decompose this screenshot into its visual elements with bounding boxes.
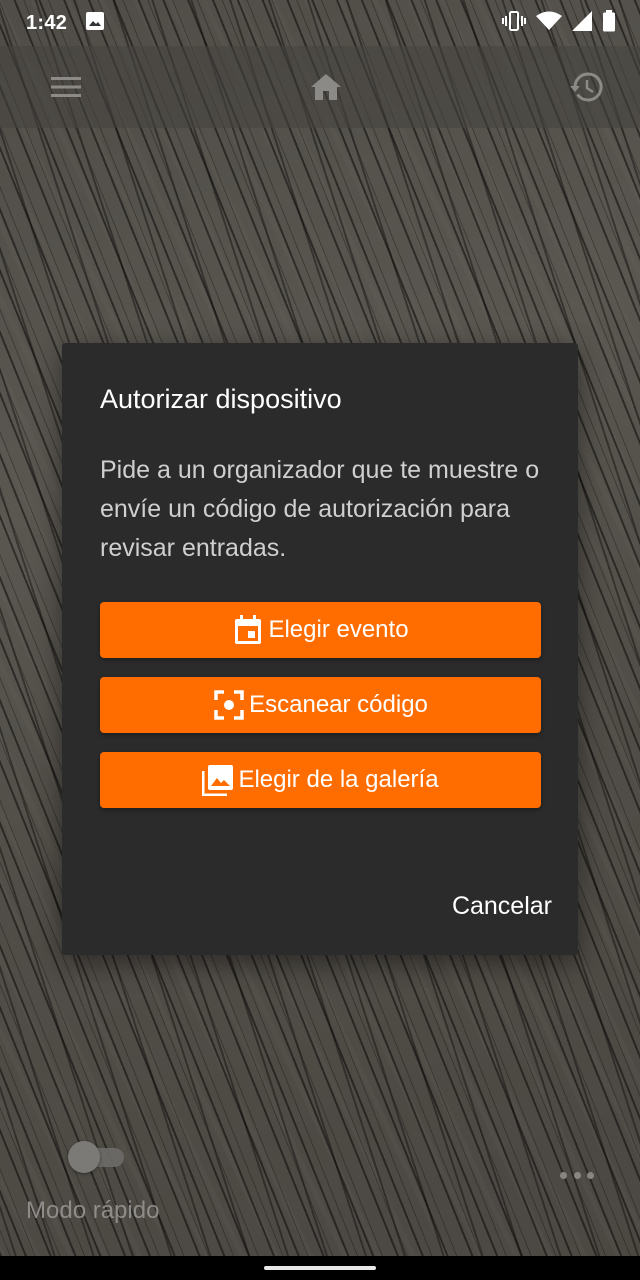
top-app-bar bbox=[0, 46, 640, 128]
gesture-handle[interactable] bbox=[264, 1266, 376, 1270]
choose-from-gallery-button[interactable]: Elegir de la galería bbox=[100, 752, 541, 808]
authorize-device-dialog: Autorizar dispositivo Pide a un organiza… bbox=[62, 343, 578, 955]
system-navigation-bar bbox=[0, 1256, 640, 1280]
status-bar: 1:42 bbox=[0, 0, 640, 46]
choose-event-label: Elegir evento bbox=[268, 616, 409, 643]
scan-center-focus-icon bbox=[213, 689, 245, 721]
more-options-icon[interactable] bbox=[560, 1164, 594, 1186]
battery-icon bbox=[602, 9, 616, 37]
cancel-button[interactable]: Cancelar bbox=[452, 892, 552, 921]
fast-mode-switch[interactable] bbox=[68, 1141, 126, 1173]
image-notification-icon bbox=[85, 11, 105, 36]
wifi-icon bbox=[536, 11, 562, 36]
scan-code-label: Escanear código bbox=[249, 691, 428, 718]
switch-thumb bbox=[68, 1141, 100, 1173]
photo-library-icon bbox=[202, 764, 234, 796]
vibrate-icon bbox=[502, 10, 526, 37]
scan-code-button[interactable]: Escanear código bbox=[100, 677, 541, 733]
menu-icon[interactable] bbox=[46, 67, 86, 107]
calendar-event-icon bbox=[232, 614, 264, 646]
history-icon[interactable] bbox=[566, 67, 606, 107]
signal-icon bbox=[572, 10, 592, 36]
dialog-title: Autorizar dispositivo bbox=[100, 384, 342, 414]
dialog-message: Pide a un organizador que te muestre o e… bbox=[100, 456, 540, 562]
home-icon[interactable] bbox=[306, 67, 346, 107]
choose-from-gallery-label: Elegir de la galería bbox=[238, 766, 439, 793]
choose-event-button[interactable]: Elegir evento bbox=[100, 602, 541, 658]
status-time: 1:42 bbox=[26, 11, 68, 34]
fast-mode-label: Modo rápido bbox=[26, 1197, 160, 1224]
